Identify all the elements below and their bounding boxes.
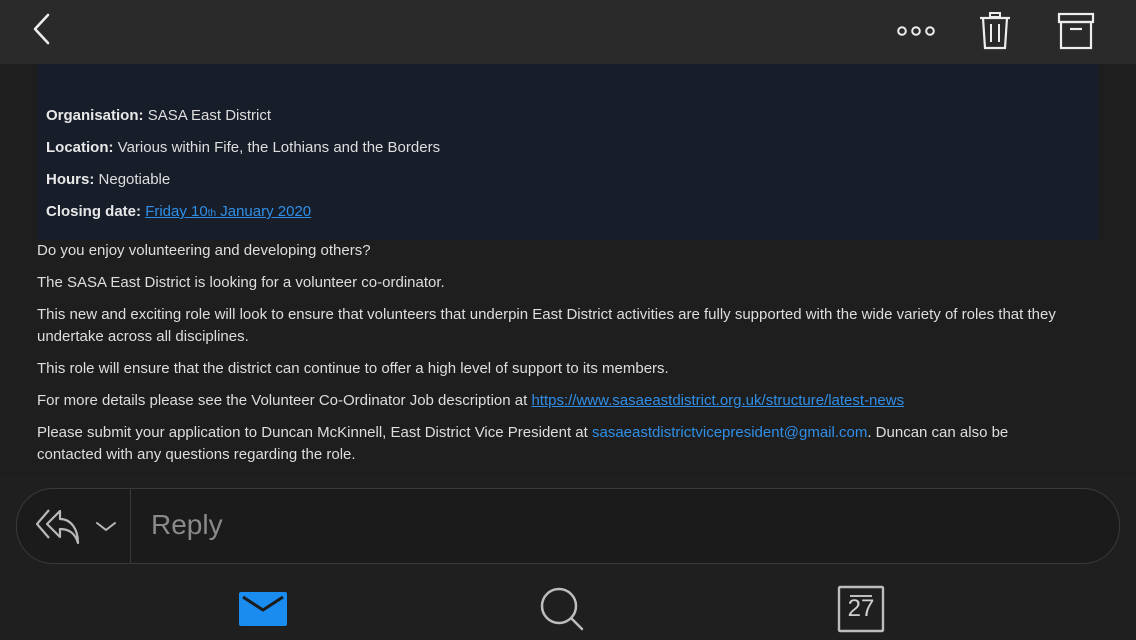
reply-input[interactable]: Reply (151, 509, 223, 541)
closing-date-suffix: th (207, 208, 217, 219)
paragraph-2: The SASA East District is looking for a … (37, 274, 445, 291)
archive-icon[interactable] (1057, 12, 1095, 50)
reply-options-chevron-down-icon[interactable] (95, 521, 117, 533)
closing-date-line: Closing date: Friday 10th January 2020 (46, 203, 311, 220)
hours-label: Hours: (46, 171, 95, 188)
top-toolbar (0, 0, 1136, 64)
closing-date-month-year: January 2020 (216, 203, 312, 220)
paragraph-3: This new and exciting role will look to … (37, 306, 1056, 345)
closing-date-day: Friday 10 (145, 203, 208, 220)
paragraph-6-text: Please submit your application to Duncan… (37, 424, 592, 441)
organisation-value: SASA East District (147, 107, 272, 124)
location-value: Various within Fife, the Lothians and th… (117, 139, 441, 156)
organisation-label: Organisation: (46, 107, 144, 124)
hours-value: Negotiable (98, 171, 171, 188)
paragraph-5: For more details please see the Voluntee… (37, 390, 1077, 412)
location-label: Location: (46, 139, 114, 156)
more-options-icon[interactable] (895, 22, 937, 40)
location-line: Location: Various within Fife, the Lothi… (46, 139, 440, 156)
closing-date-label: Closing date: (46, 203, 142, 220)
search-icon[interactable] (539, 586, 587, 634)
job-description-link[interactable]: https://www.sasaeastdistrict.org.uk/stru… (531, 392, 904, 409)
reply-divider (130, 489, 131, 563)
paragraph-6: Please submit your application to Duncan… (37, 422, 1077, 466)
hours-line: Hours: Negotiable (46, 171, 170, 188)
calendar-day-number: 27 (847, 595, 875, 622)
bottom-panel: Reply 27 (0, 476, 1136, 640)
closing-date-link[interactable]: Friday 10th January 2020 (145, 203, 311, 220)
back-chevron-icon[interactable] (30, 12, 54, 46)
paragraph-5-text: For more details please see the Voluntee… (37, 392, 532, 409)
paragraph-4: This role will ensure that the district … (37, 360, 669, 377)
organisation-line: Organisation: SASA East District (46, 107, 271, 124)
trash-icon[interactable] (978, 11, 1012, 51)
mail-icon[interactable] (238, 591, 288, 627)
paragraph-1: Do you enjoy volunteering and developing… (37, 242, 371, 259)
email-body: Organisation: SASA East District Locatio… (0, 64, 1136, 476)
job-info-box: Organisation: SASA East District Locatio… (37, 64, 1099, 240)
reply-all-icon[interactable] (33, 505, 81, 547)
email-address-link[interactable]: sasaeastdistrictvicepresident@gmail.com (592, 424, 867, 441)
reply-box[interactable]: Reply (16, 488, 1120, 564)
